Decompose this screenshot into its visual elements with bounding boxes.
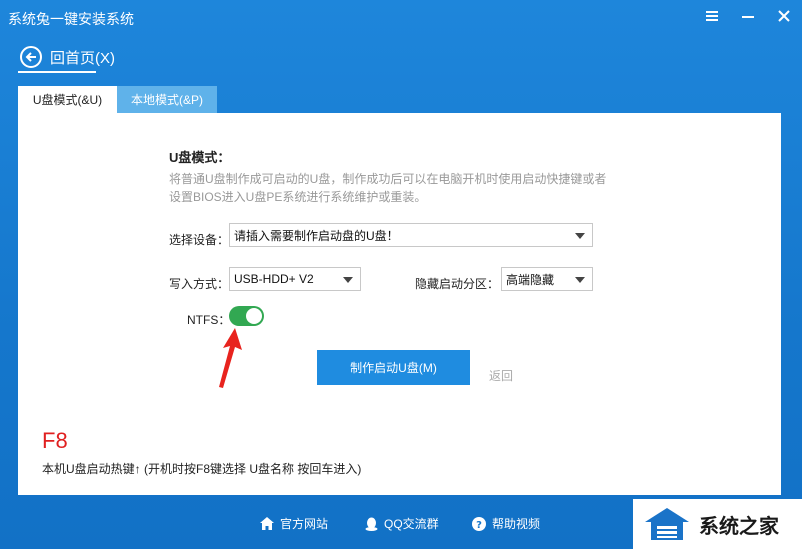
menu-button[interactable] [694, 0, 730, 32]
toggle-knob [246, 308, 262, 324]
hidden-partition-value: 高端隐藏 [506, 272, 555, 287]
hotkey-key: F8 [42, 428, 68, 453]
make-boot-usb-button[interactable]: 制作启动U盘(M) [317, 350, 470, 385]
write-mode-label: 写入方式： [169, 277, 230, 291]
footer-link-website[interactable]: 官方网站 [260, 515, 328, 532]
mode-title: U盘模式： [169, 150, 231, 165]
house-logo-icon [645, 508, 689, 540]
app-window: 系统兔一键安装系统 回首页(X) U盘模式(&U) 本地模式(&P) U盘模式：… [0, 0, 802, 549]
chevron-down-icon [575, 233, 585, 239]
device-label: 选择设备： [169, 233, 230, 247]
minimize-icon [742, 16, 754, 18]
footer-link-qq[interactable]: QQ交流群 [365, 515, 439, 532]
app-title: 系统兔一键安装系统 [8, 11, 134, 27]
window-controls [694, 0, 802, 32]
title-bar: 系统兔一键安装系统 [0, 0, 802, 36]
svg-text:?: ? [476, 520, 482, 531]
red-arrow-icon [219, 328, 242, 388]
device-select[interactable]: 请插入需要制作启动盘的U盘！ [229, 223, 593, 247]
back-underline [18, 71, 96, 73]
tab-usb-mode[interactable]: U盘模式(&U) [18, 86, 117, 113]
hidden-partition-select[interactable]: 高端隐藏 [501, 267, 593, 291]
chevron-down-icon [575, 277, 585, 283]
footer-link-help[interactable]: ? 帮助视频 [472, 515, 540, 532]
qq-icon [365, 517, 378, 531]
close-icon [778, 10, 790, 22]
ntfs-label: NTFS： [187, 313, 231, 327]
back-arrow-icon [20, 46, 42, 68]
tab-local-mode[interactable]: 本地模式(&P) [117, 86, 217, 113]
footer-link-website-label: 官方网站 [280, 517, 329, 531]
home-icon [260, 517, 274, 530]
minimize-button[interactable] [730, 0, 766, 32]
chevron-down-icon [343, 277, 353, 283]
device-select-value: 请插入需要制作启动盘的U盘！ [234, 228, 399, 243]
back-home-button[interactable]: 回首页(X) [20, 42, 115, 72]
mode-description: 将普通U盘制作成可启动的U盘，制作成功后可以在电脑开机时使用启动快捷键或者设置B… [169, 172, 607, 204]
ntfs-toggle[interactable] [229, 306, 264, 326]
hotkey-hint: 本机U盘启动热键↑ (开机时按F8键选择 U盘名称 按回车进入) [42, 462, 362, 476]
back-home-label: 回首页(X) [50, 49, 115, 67]
help-icon: ? [472, 516, 486, 531]
write-mode-select[interactable]: USB-HDD+ V2 [229, 267, 361, 291]
close-button[interactable] [766, 0, 802, 32]
footer-link-help-label: 帮助视频 [492, 517, 541, 531]
footer-link-qq-label: QQ交流群 [384, 517, 439, 531]
watermark: 系统之家 [633, 499, 802, 549]
write-mode-value: USB-HDD+ V2 [234, 272, 314, 286]
return-link[interactable]: 返回 [489, 367, 513, 384]
hidden-partition-label: 隐藏启动分区： [415, 277, 500, 291]
watermark-text: 系统之家 [699, 513, 779, 538]
menu-icon [706, 11, 718, 21]
usb-mode-panel: U盘模式： 将普通U盘制作成可启动的U盘，制作成功后可以在电脑开机时使用启动快捷… [18, 113, 781, 495]
